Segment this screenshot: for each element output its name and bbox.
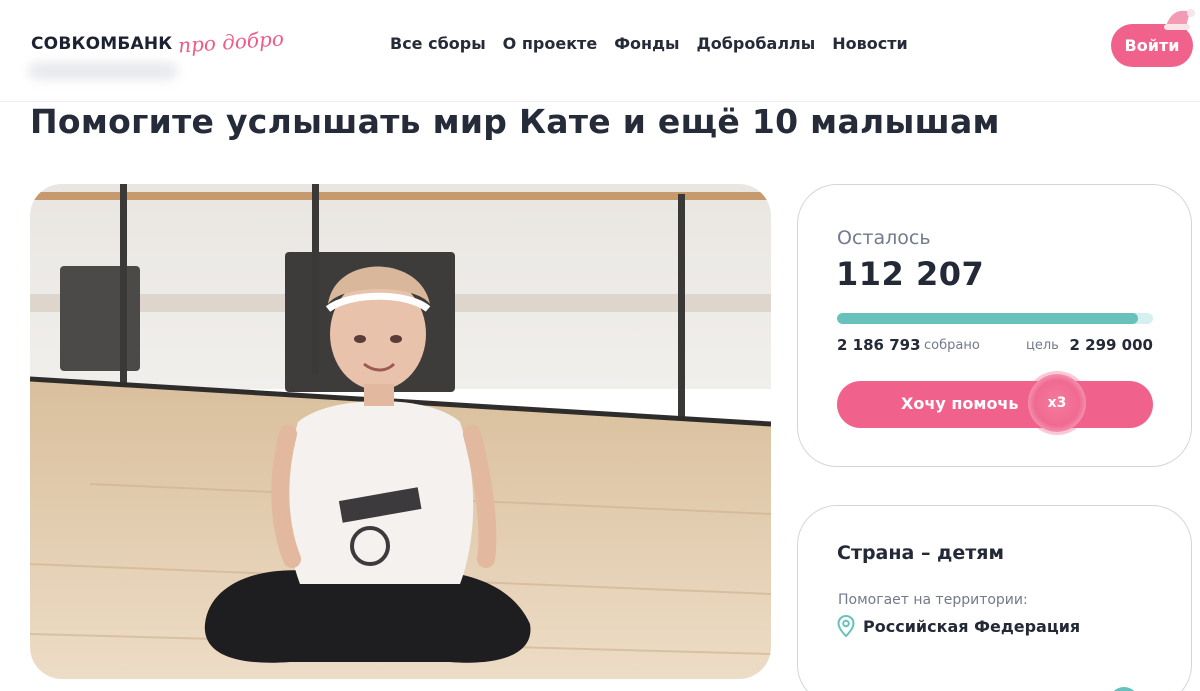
location: Российская Федерация <box>837 615 1080 637</box>
site-header: СОВКОМБАНК про добро Все сборы О проекте… <box>0 0 1200 102</box>
page-title: Помогите услышать мир Кате и ещё 10 малы… <box>30 102 1000 141</box>
location-name: Российская Федерация <box>863 616 1081 636</box>
progress-bar <box>837 313 1153 324</box>
remaining-amount: 112 207 <box>836 255 985 293</box>
fund-logo-chip <box>1109 687 1139 691</box>
santa-hat-icon <box>1164 9 1195 30</box>
donation-card: Осталось 112 207 2 186 793 собрано цель … <box>797 184 1192 467</box>
nav-all-fundraisers[interactable]: Все сборы <box>390 34 486 53</box>
main-nav: Все сборы О проекте Фонды Добробаллы Нов… <box>390 34 908 53</box>
map-pin-icon <box>837 615 855 637</box>
help-button[interactable]: Хочу помочь x3 <box>837 374 1153 432</box>
nav-about[interactable]: О проекте <box>503 34 598 53</box>
logo-wordmark: СОВКОМБАНК <box>31 34 173 54</box>
nav-dobroballs[interactable]: Добробаллы <box>697 34 816 53</box>
blurred-subtitle <box>28 62 178 80</box>
fund-card[interactable]: Страна – детям Помогает на территории: Р… <box>797 505 1192 691</box>
nav-funds[interactable]: Фонды <box>614 34 679 53</box>
goal-amount: 2 299 000 <box>1069 336 1153 354</box>
nav-news[interactable]: Новости <box>832 34 907 53</box>
collected-amount: 2 186 793 <box>837 336 921 354</box>
logo-script: про добро <box>177 26 285 58</box>
territory-label: Помогает на территории: <box>838 592 1028 608</box>
logo[interactable]: СОВКОМБАНК про добро <box>31 26 285 57</box>
stats-row: 2 186 793 собрано цель 2 299 000 <box>837 336 1153 356</box>
collected-label: собрано <box>924 338 980 353</box>
multiplier-badge: x3 <box>1028 374 1086 432</box>
goal-label: цель <box>1026 338 1059 353</box>
help-button-label: Хочу помочь <box>901 394 1019 413</box>
fund-name[interactable]: Страна – детям <box>837 542 1004 564</box>
fundraiser-photo <box>30 184 771 679</box>
remaining-label: Осталось <box>837 227 931 249</box>
progress-fill <box>837 313 1138 324</box>
